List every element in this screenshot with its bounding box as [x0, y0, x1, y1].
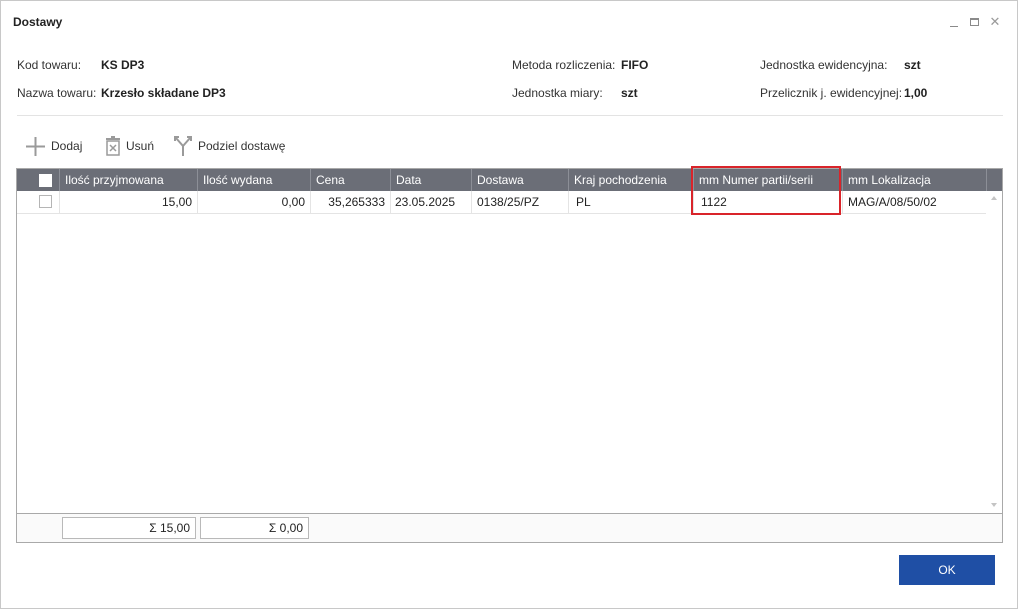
- cell-kraj[interactable]: PL: [569, 191, 694, 214]
- nazwa-towaru-value: Krzesło składane DP3: [101, 86, 226, 100]
- kod-towaru-label: Kod towaru:: [17, 58, 82, 72]
- nazwa-towaru-label: Nazwa towaru:: [17, 86, 97, 100]
- vertical-scrollbar[interactable]: [987, 191, 1002, 513]
- deliveries-grid: Ilość przyjmowana Ilość wydana Cena Data…: [16, 168, 1003, 543]
- table-row[interactable]: 15,00 0,00 35,265333 23.05.2025 0138/25/…: [17, 191, 986, 214]
- cell-numer-partii[interactable]: 1122: [694, 191, 843, 214]
- jednostka-ewidencyjna-label: Jednostka ewidencyjna:: [760, 58, 888, 72]
- metoda-rozliczenia-value: FIFO: [621, 58, 649, 72]
- cell-ilosc-przyjmowana[interactable]: 15,00: [60, 191, 198, 214]
- jednostka-ewidencyjna-value: szt: [904, 58, 921, 72]
- scroll-down-icon[interactable]: [991, 503, 997, 507]
- col-lokalizacja[interactable]: mm Lokalizacja: [843, 169, 987, 191]
- jednostka-miary-label: Jednostka miary:: [512, 86, 603, 100]
- cell-data[interactable]: 23.05.2025: [391, 191, 472, 214]
- col-kraj-pochodzenia[interactable]: Kraj pochodzenia: [569, 169, 694, 191]
- plus-icon: [25, 136, 46, 157]
- metoda-rozliczenia-label: Metoda rozliczenia:: [512, 58, 616, 72]
- close-icon[interactable]: ✕: [988, 14, 1002, 29]
- scroll-up-icon[interactable]: [991, 196, 997, 200]
- usun-button[interactable]: Usuń: [105, 134, 154, 158]
- cell-cena[interactable]: 35,265333: [311, 191, 391, 214]
- row-checkbox[interactable]: [39, 195, 52, 208]
- cell-ilosc-wydana[interactable]: 0,00: [198, 191, 311, 214]
- col-ilosc-wydana[interactable]: Ilość wydana: [198, 169, 311, 191]
- dodaj-label: Dodaj: [51, 139, 83, 153]
- col-dostawa[interactable]: Dostawa: [472, 169, 569, 191]
- window-title: Dostawy: [13, 15, 63, 29]
- grid-header: Ilość przyjmowana Ilość wydana Cena Data…: [17, 169, 1002, 191]
- podziel-dostawe-button[interactable]: Podziel dostawę: [173, 134, 285, 158]
- row-select-cell: [17, 191, 60, 214]
- minimize-icon[interactable]: [947, 15, 961, 29]
- przelicznik-value: 1,00: [904, 86, 928, 100]
- split-icon: [173, 135, 193, 157]
- cell-dostawa[interactable]: 0138/25/PZ: [472, 191, 569, 214]
- maximize-icon[interactable]: [967, 15, 981, 29]
- cell-lokalizacja[interactable]: MAG/A/08/50/02: [843, 191, 987, 214]
- dostawy-window: Dostawy ✕ Kod towaru: KS DP3 Nazwa towar…: [0, 0, 1018, 609]
- col-data[interactable]: Data: [391, 169, 472, 191]
- jednostka-miary-value: szt: [621, 86, 638, 100]
- podziel-dostawe-label: Podziel dostawę: [198, 139, 286, 153]
- col-numer-partii[interactable]: mm Numer partii/serii: [694, 169, 843, 191]
- section-divider: [17, 115, 1003, 116]
- col-cena[interactable]: Cena: [311, 169, 391, 191]
- trash-icon: [105, 136, 121, 156]
- select-all-cell: [17, 169, 60, 191]
- ok-button[interactable]: OK: [899, 555, 995, 585]
- usun-label: Usuń: [126, 139, 155, 153]
- select-all-checkbox[interactable]: [39, 174, 52, 187]
- col-ilosc-przyjmowana[interactable]: Ilość przyjmowana: [60, 169, 198, 191]
- przelicznik-label: Przelicznik j. ewidencyjnej:: [760, 86, 903, 100]
- kod-towaru-value: KS DP3: [101, 58, 145, 72]
- sum-ilosc-przyjmowana: Σ 15,00: [62, 517, 196, 539]
- sum-ilosc-wydana: Σ 0,00: [200, 517, 309, 539]
- grid-summary-row: Σ 15,00 Σ 0,00: [17, 513, 1002, 542]
- dodaj-button[interactable]: Dodaj: [25, 134, 82, 158]
